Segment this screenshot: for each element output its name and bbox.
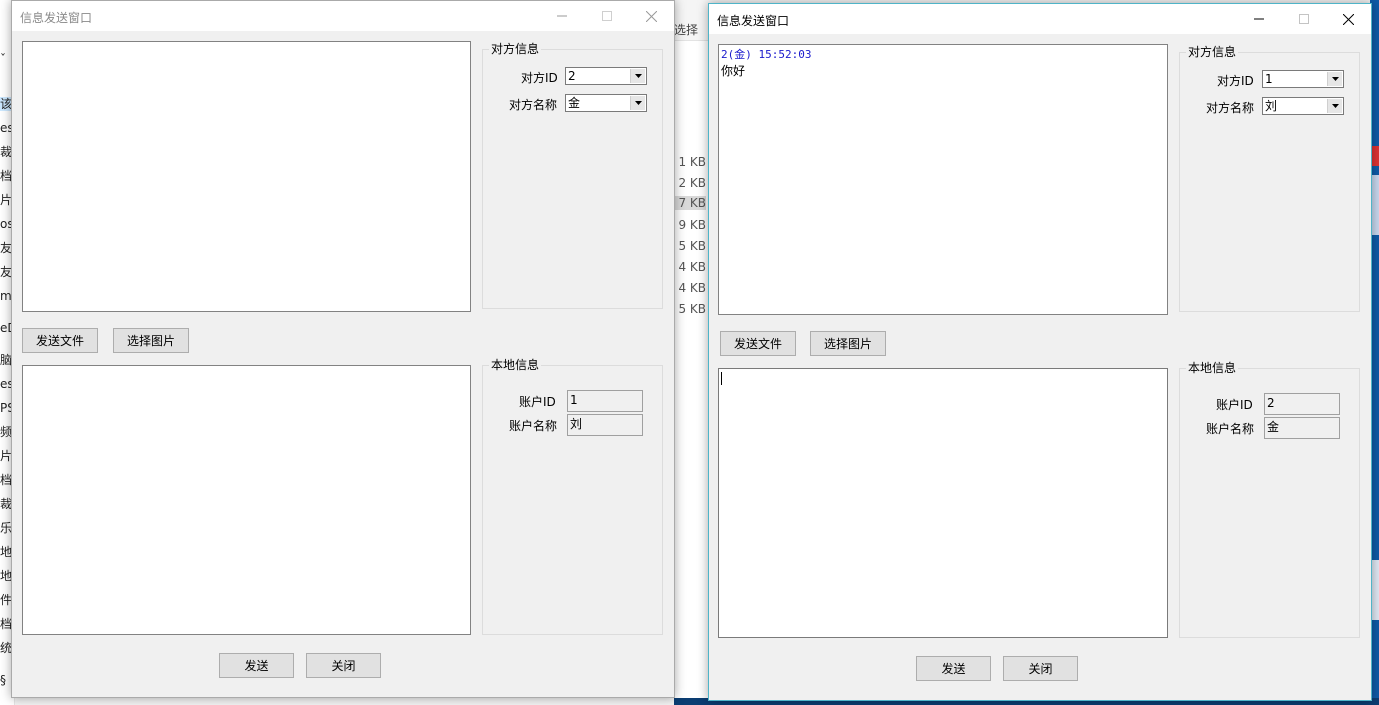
minimize-icon bbox=[1253, 18, 1264, 20]
account-id-field[interactable]: 2 bbox=[1264, 393, 1340, 415]
bg-file-size: 5 KB bbox=[678, 239, 706, 253]
group-title: 本地信息 bbox=[489, 358, 542, 372]
message-history[interactable] bbox=[22, 41, 471, 312]
account-id-value: 1 bbox=[570, 393, 578, 407]
message-meta: 2(金) 15:52:03 bbox=[721, 48, 812, 61]
peer-name-label: 对方名称 bbox=[1206, 101, 1255, 115]
close-icon bbox=[1343, 13, 1354, 25]
close-window-button[interactable] bbox=[1326, 4, 1371, 34]
peer-id-select[interactable]: 2 bbox=[565, 67, 647, 85]
local-info-group: 本地信息 账户ID 1 账户名称 刘 bbox=[482, 358, 663, 635]
message-window-left: 信息发送窗口 对方信息 对方ID 2 对方名称 金 发送文件 选择图片 本地信息… bbox=[11, 0, 675, 698]
close-button[interactable]: 关闭 bbox=[1003, 656, 1078, 681]
window-title: 信息发送窗口 bbox=[20, 11, 93, 25]
bg-fragment: § bbox=[0, 673, 6, 687]
message-history[interactable]: 2(金) 15:52:03 你好 bbox=[718, 44, 1168, 315]
dropdown-arrow-icon bbox=[1327, 72, 1342, 86]
bg-file-size: 4 KB bbox=[678, 281, 706, 295]
choose-image-button[interactable]: 选择图片 bbox=[810, 331, 886, 356]
peer-name-select[interactable]: 刘 bbox=[1262, 97, 1344, 115]
bg-file-size: 4 KB bbox=[678, 260, 706, 274]
maximize-button[interactable] bbox=[584, 1, 629, 31]
compose-input[interactable] bbox=[22, 365, 471, 635]
message-text: 你好 bbox=[721, 64, 746, 78]
account-name-label: 账户名称 bbox=[509, 419, 558, 433]
account-id-label: 账户ID bbox=[1216, 398, 1253, 412]
account-name-field[interactable]: 刘 bbox=[567, 414, 643, 436]
maximize-icon bbox=[601, 11, 612, 21]
peer-id-value: 2 bbox=[568, 69, 576, 83]
choose-image-button[interactable]: 选择图片 bbox=[113, 328, 189, 353]
peer-name-value: 刘 bbox=[1265, 99, 1278, 113]
peer-name-select[interactable]: 金 bbox=[565, 94, 647, 112]
peer-name-value: 金 bbox=[568, 96, 581, 110]
background-file-list: 选择 1 KB 2 KB 7 KB 9 KB 5 KB 4 KB 4 KB 5 … bbox=[674, 0, 710, 705]
account-name-value: 刘 bbox=[570, 417, 583, 431]
dropdown-arrow-icon bbox=[1327, 99, 1342, 113]
peer-id-label: 对方ID bbox=[521, 71, 558, 85]
bg-file-size: 9 KB bbox=[678, 218, 706, 232]
account-id-label: 账户ID bbox=[519, 395, 556, 409]
peer-id-value: 1 bbox=[1265, 72, 1273, 86]
compose-input[interactable] bbox=[718, 368, 1168, 638]
send-button[interactable]: 发送 bbox=[916, 656, 991, 681]
send-file-button[interactable]: 发送文件 bbox=[720, 331, 796, 356]
close-window-button[interactable] bbox=[629, 1, 674, 31]
account-name-value: 金 bbox=[1267, 420, 1280, 434]
bg-file-size: 5 KB bbox=[678, 302, 706, 316]
bg-select-label: 选择 bbox=[674, 23, 699, 37]
minimize-button[interactable] bbox=[539, 1, 584, 31]
window-title: 信息发送窗口 bbox=[717, 14, 790, 28]
dropdown-arrow-icon bbox=[630, 96, 645, 110]
close-icon bbox=[646, 10, 657, 22]
send-file-button[interactable]: 发送文件 bbox=[22, 328, 98, 353]
text-caret bbox=[721, 372, 722, 385]
account-id-field[interactable]: 1 bbox=[567, 390, 643, 412]
bg-file-size: 1 KB bbox=[678, 155, 706, 169]
title-bar[interactable]: 信息发送窗口 bbox=[709, 4, 1371, 34]
bg-file-size: 2 KB bbox=[678, 176, 706, 190]
group-title: 对方信息 bbox=[489, 42, 542, 56]
peer-id-label: 对方ID bbox=[1217, 74, 1254, 88]
send-button[interactable]: 发送 bbox=[219, 653, 294, 678]
minimize-button[interactable] bbox=[1236, 4, 1281, 34]
peer-info-group: 对方信息 对方ID 2 对方名称 金 bbox=[482, 42, 663, 309]
group-title: 本地信息 bbox=[1186, 361, 1239, 375]
dropdown-arrow-icon bbox=[630, 69, 645, 83]
bg-file-size: 7 KB bbox=[674, 196, 706, 210]
maximize-button[interactable] bbox=[1281, 4, 1326, 34]
message-window-right: 信息发送窗口 2(金) 15:52:03 你好 对方信息 对方ID 1 对方名称… bbox=[708, 3, 1372, 701]
local-info-group: 本地信息 账户ID 2 账户名称 金 bbox=[1179, 361, 1360, 638]
close-button[interactable]: 关闭 bbox=[306, 653, 381, 678]
group-title: 对方信息 bbox=[1186, 45, 1239, 59]
account-id-value: 2 bbox=[1267, 396, 1275, 410]
account-name-label: 账户名称 bbox=[1206, 422, 1255, 436]
peer-id-select[interactable]: 1 bbox=[1262, 70, 1344, 88]
peer-name-label: 对方名称 bbox=[509, 98, 558, 112]
bg-fragment: ˇ bbox=[0, 52, 6, 66]
account-name-field[interactable]: 金 bbox=[1264, 417, 1340, 439]
maximize-icon bbox=[1298, 14, 1309, 24]
peer-info-group: 对方信息 对方ID 1 对方名称 刘 bbox=[1179, 45, 1360, 312]
title-bar[interactable]: 信息发送窗口 bbox=[12, 1, 674, 31]
minimize-icon bbox=[556, 15, 567, 17]
